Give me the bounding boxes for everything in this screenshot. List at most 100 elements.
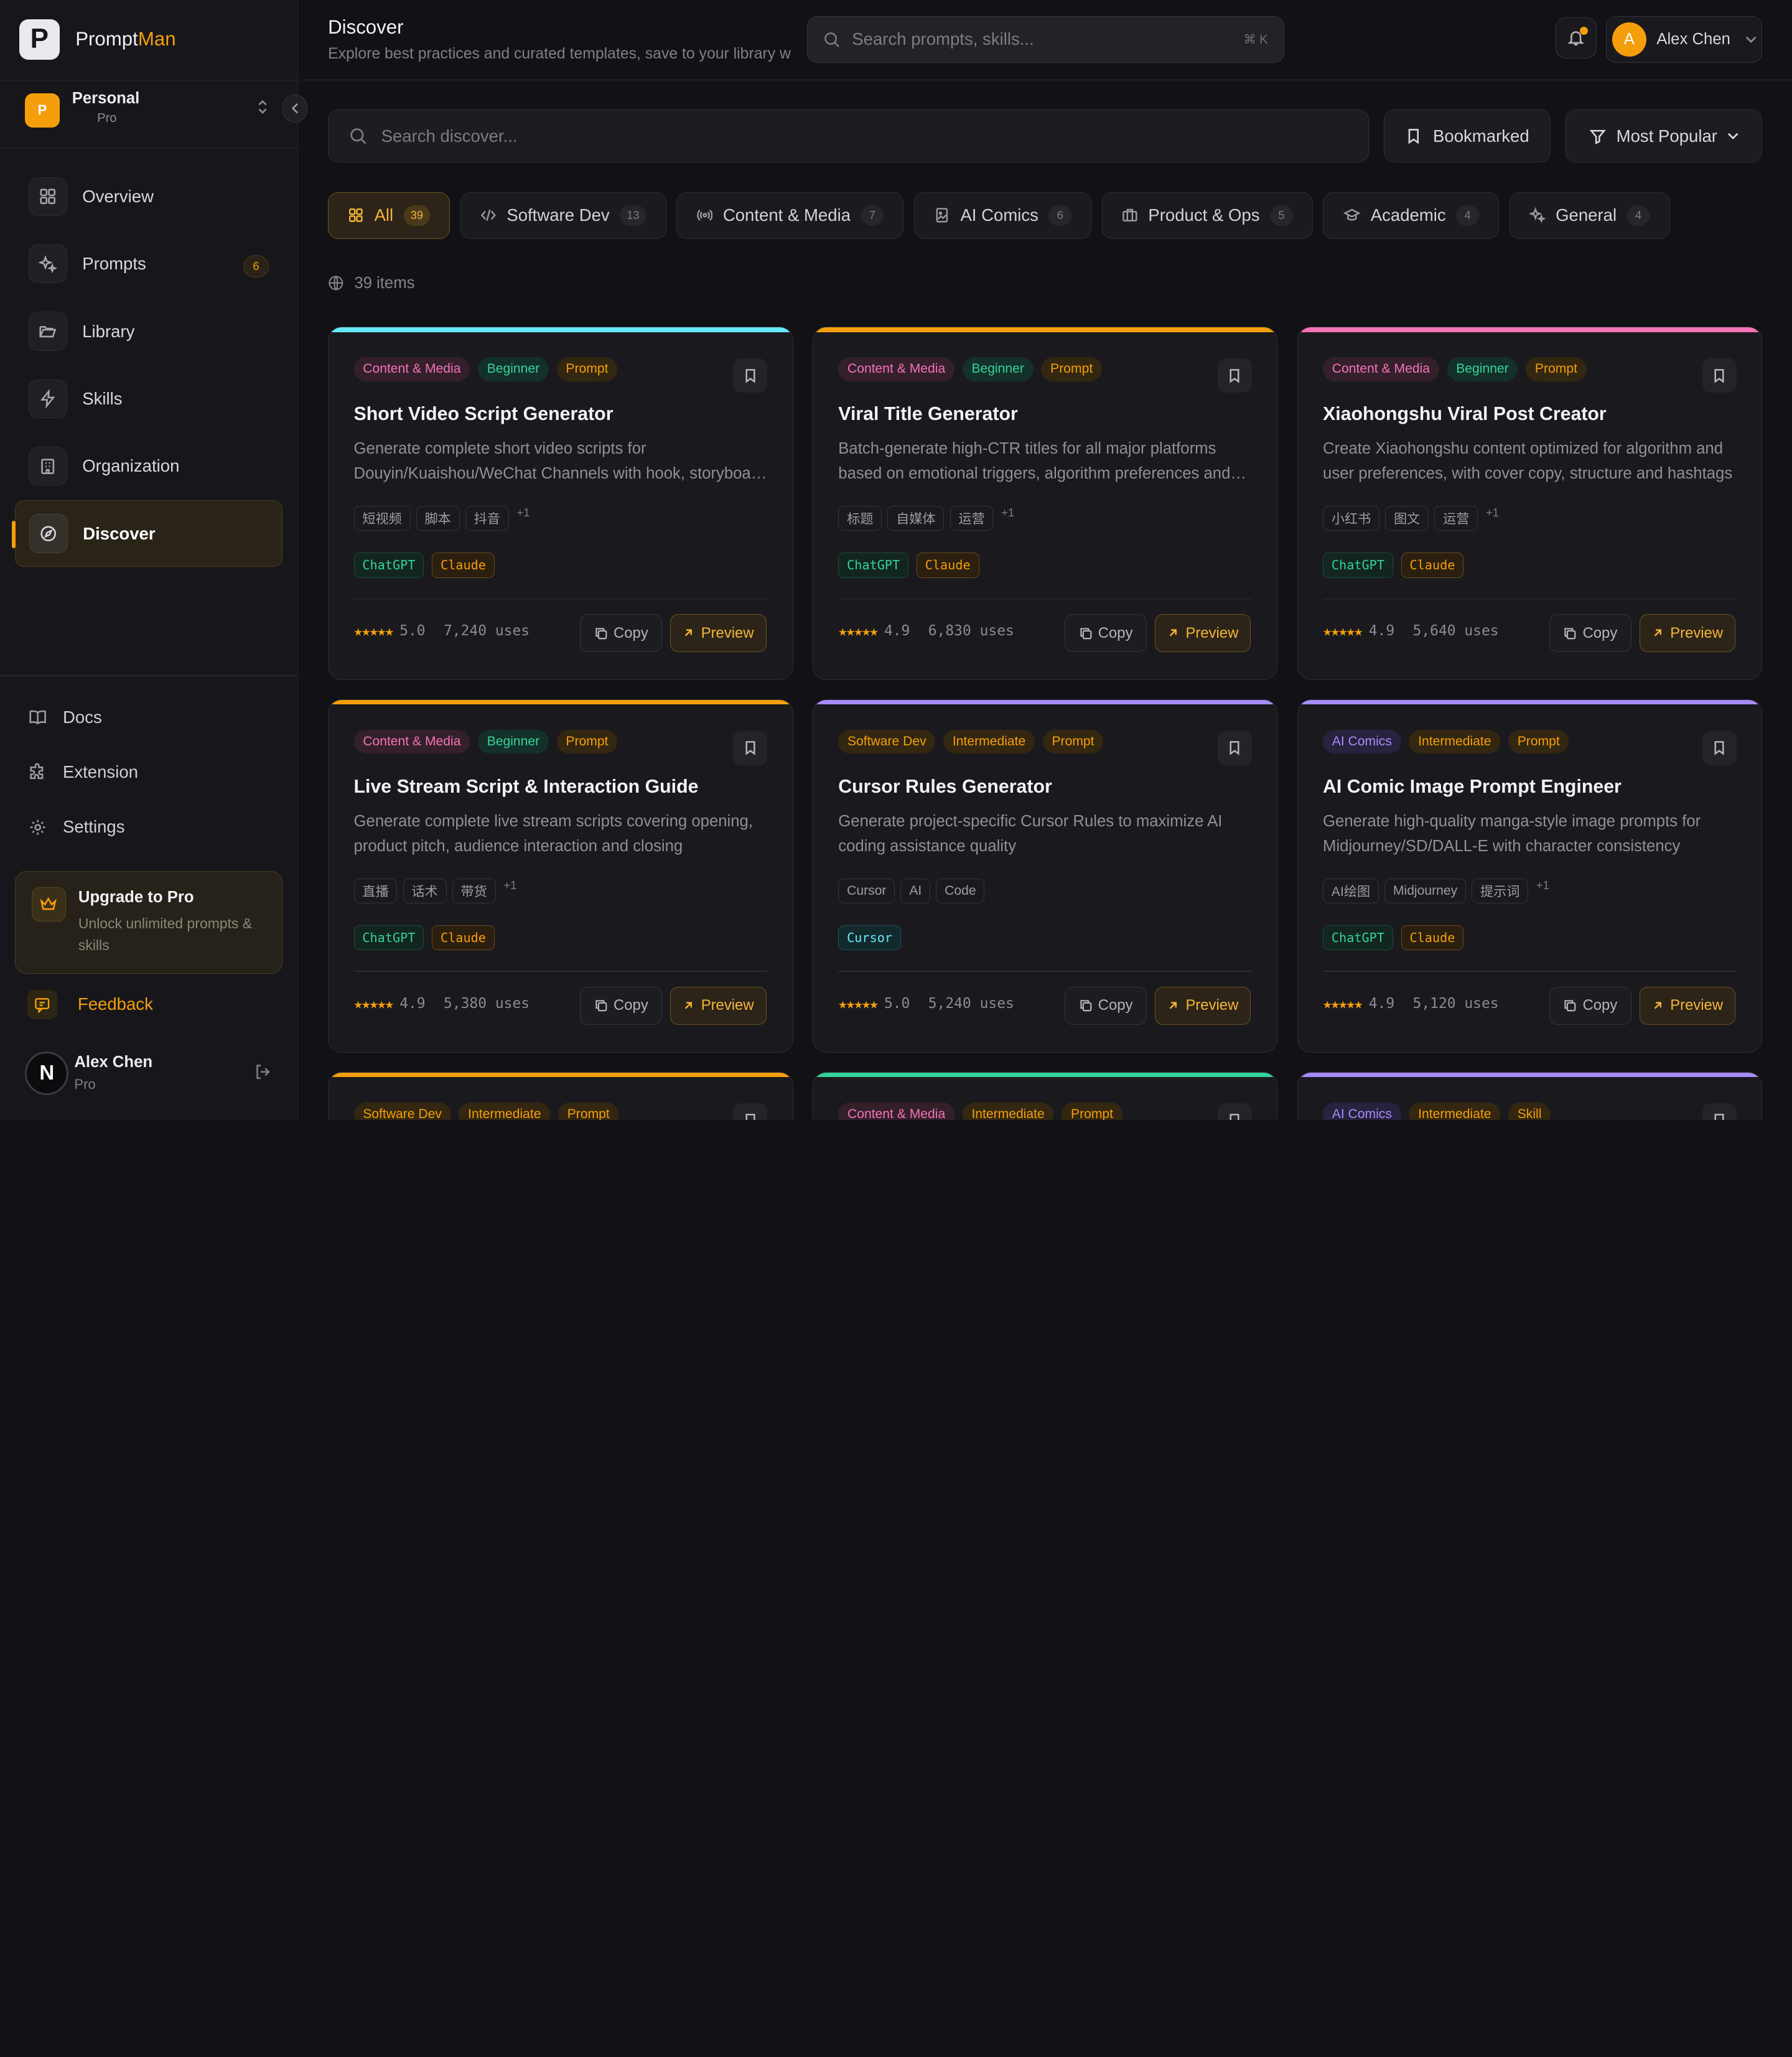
sidebar-item-library[interactable]: Library bbox=[15, 298, 282, 365]
user-plan: Pro bbox=[74, 1076, 96, 1093]
keyword-tags: 标题 自媒体 运营 +1 bbox=[838, 505, 1014, 531]
category-tag: Content & Media bbox=[838, 357, 954, 381]
prompt-card[interactable]: AI Comics Intermediate Skill bbox=[1297, 1071, 1763, 1120]
card-description: Generate complete live stream scripts co… bbox=[353, 812, 753, 855]
discover-search-input[interactable]: Search discover... bbox=[328, 110, 1370, 162]
bookmark-button[interactable] bbox=[1217, 730, 1252, 765]
level-tag: Intermediate bbox=[943, 729, 1035, 754]
bookmark-button[interactable] bbox=[1702, 730, 1737, 765]
prompt-card[interactable]: Content & Media Intermediate Prompt bbox=[812, 1071, 1278, 1120]
card-accent-bar bbox=[813, 327, 1277, 332]
type-tag: Prompt bbox=[558, 1102, 619, 1120]
sidebar-item-overview[interactable]: Overview bbox=[15, 164, 282, 230]
main-nav: Overview Prompts 6 Library Skills Organi… bbox=[12, 164, 282, 568]
sidebar-item-docs[interactable]: Docs bbox=[29, 707, 102, 727]
bookmark-button[interactable] bbox=[1217, 1103, 1252, 1120]
model-tag: Claude bbox=[916, 553, 979, 578]
bookmark-button[interactable] bbox=[1702, 358, 1737, 393]
tab-software-dev[interactable]: Software Dev 13 bbox=[460, 192, 666, 239]
chevrons-up-down-icon bbox=[256, 99, 269, 119]
preview-button[interactable]: Preview bbox=[1155, 987, 1251, 1025]
card-tags: Content & Media Beginner Prompt bbox=[353, 357, 618, 381]
card-tags: AI Comics Intermediate Skill bbox=[1323, 1102, 1551, 1120]
collapse-sidebar-button[interactable] bbox=[282, 95, 308, 123]
brand[interactable]: P PromptMan bbox=[19, 19, 176, 60]
keyword-tag: 图文 bbox=[1385, 505, 1429, 531]
tab-ai-comics[interactable]: AI Comics 6 bbox=[914, 192, 1092, 239]
more-keywords-count: +1 bbox=[1486, 505, 1499, 519]
tab-label: Product & Ops bbox=[1148, 205, 1260, 225]
card-description: Generate complete short video scripts fo… bbox=[353, 439, 765, 483]
preview-button[interactable]: Preview bbox=[670, 987, 767, 1025]
preview-button[interactable]: Preview bbox=[1639, 987, 1736, 1025]
workspace-switcher[interactable]: P Personal Pro bbox=[0, 80, 299, 149]
card-accent-bar bbox=[329, 327, 793, 332]
sidebar-item-extension[interactable]: Extension bbox=[29, 762, 138, 782]
prompt-card[interactable]: Content & Media Beginner Prompt Short Video… bbox=[328, 327, 793, 680]
workspace-plan: Pro bbox=[97, 111, 117, 126]
keyword-tag: Code bbox=[936, 878, 985, 903]
bookmark-button[interactable] bbox=[733, 358, 768, 393]
preview-button[interactable]: Preview bbox=[1639, 614, 1736, 652]
bookmark-button[interactable] bbox=[733, 1103, 768, 1120]
preview-button[interactable]: Preview bbox=[1155, 614, 1251, 652]
copy-button[interactable]: Copy bbox=[580, 987, 663, 1025]
upgrade-title: Upgrade to Pro bbox=[78, 889, 194, 907]
type-tag: Prompt bbox=[1508, 729, 1569, 754]
prompt-card[interactable]: Content & Media Beginner Prompt Live Stream… bbox=[328, 699, 793, 1053]
card-tags: AI Comics Intermediate Prompt bbox=[1323, 729, 1569, 754]
card-tags: Content & Media Beginner Prompt bbox=[353, 729, 618, 754]
tab-all[interactable]: All 39 bbox=[328, 192, 450, 239]
sort-select[interactable]: Most Popular bbox=[1566, 110, 1763, 162]
copy-button[interactable]: Copy bbox=[1064, 614, 1147, 652]
prompt-card[interactable]: Software Dev Intermediate Prompt Cursor Rul… bbox=[812, 699, 1278, 1053]
prompt-card[interactable]: Software Dev Intermediate Prompt bbox=[328, 1071, 793, 1120]
docs-label: Docs bbox=[62, 707, 102, 727]
bookmark-button[interactable] bbox=[733, 730, 768, 765]
tab-academic[interactable]: Academic 4 bbox=[1323, 192, 1500, 239]
prompt-card[interactable]: Content & Media Beginner Prompt Xiaohongshu… bbox=[1297, 327, 1763, 680]
bookmark-button[interactable] bbox=[1217, 358, 1252, 393]
tab-general[interactable]: General 4 bbox=[1509, 192, 1670, 239]
preview-button[interactable]: Preview bbox=[670, 614, 767, 652]
type-tag: Prompt bbox=[1041, 357, 1102, 381]
bookmarked-filter-button[interactable]: Bookmarked bbox=[1384, 110, 1551, 162]
sidebar-item-organization[interactable]: Organization bbox=[15, 433, 282, 500]
card-tags: Content & Media Beginner Prompt bbox=[1323, 357, 1587, 381]
notifications-button[interactable] bbox=[1555, 17, 1597, 58]
feedback-button[interactable]: Feedback bbox=[15, 982, 282, 1027]
copy-button[interactable]: Copy bbox=[580, 614, 663, 652]
sidebar-item-skills[interactable]: Skills bbox=[15, 366, 282, 432]
category-tabs: All 39 Software Dev 13 Content & Media 7… bbox=[328, 192, 1670, 239]
logout-icon[interactable] bbox=[254, 1063, 272, 1086]
tab-product-ops[interactable]: Product & Ops 5 bbox=[1101, 192, 1313, 239]
sidebar-item-settings[interactable]: Settings bbox=[29, 817, 125, 837]
folder-open-icon bbox=[28, 312, 68, 351]
copy-button[interactable]: Copy bbox=[1549, 987, 1631, 1025]
category-tag: Content & Media bbox=[353, 729, 470, 754]
global-search-input[interactable]: Search prompts, skills... ⌘ K bbox=[806, 16, 1285, 63]
arrow-up-right-icon bbox=[1654, 629, 1661, 637]
avatar[interactable]: N bbox=[25, 1051, 69, 1095]
sidebar-item-discover[interactable]: Discover bbox=[12, 500, 282, 567]
keyword-tag: 抖音 bbox=[465, 505, 509, 531]
upgrade-card[interactable]: Upgrade to Pro Unlock unlimited prompts … bbox=[14, 870, 282, 974]
tab-content-media[interactable]: Content & Media 7 bbox=[676, 192, 904, 239]
card-divider bbox=[353, 971, 768, 973]
prompt-card[interactable]: Content & Media Beginner Prompt Viral Title… bbox=[812, 327, 1278, 680]
user-menu[interactable]: A Alex Chen bbox=[1605, 16, 1763, 63]
sidebar-item-prompts[interactable]: Prompts 6 bbox=[15, 231, 282, 297]
bookmark-button[interactable] bbox=[1702, 1103, 1737, 1120]
brand-name: PromptMan bbox=[75, 28, 175, 50]
copy-button[interactable]: Copy bbox=[1064, 987, 1147, 1025]
card-stats: ★★★★★ 5.0 5,240 uses bbox=[838, 995, 1014, 1012]
level-tag: Intermediate bbox=[1409, 1102, 1501, 1120]
copy-button[interactable]: Copy bbox=[1549, 614, 1631, 652]
card-stats: ★★★★★ 4.9 5,120 uses bbox=[1323, 995, 1499, 1012]
search-icon bbox=[824, 32, 840, 47]
bookmark-icon bbox=[1714, 368, 1724, 383]
chevron-down-icon bbox=[1745, 32, 1757, 46]
tab-label: Content & Media bbox=[722, 205, 851, 225]
prompt-card[interactable]: AI Comics Intermediate Prompt AI Comic Imag… bbox=[1297, 699, 1763, 1053]
preview-label: Preview bbox=[1670, 624, 1724, 641]
